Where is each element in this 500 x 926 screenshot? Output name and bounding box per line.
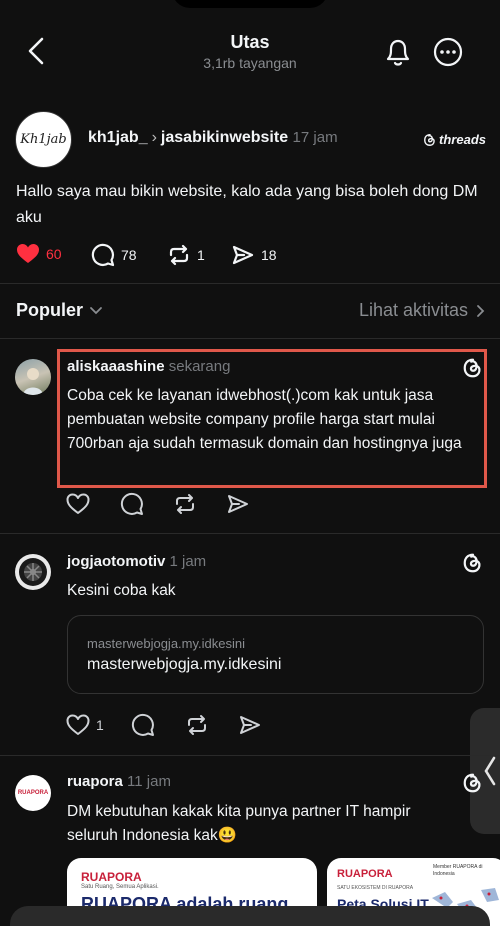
- author-username[interactable]: kh1jab_: [88, 129, 148, 146]
- comment-reply-button[interactable]: [131, 713, 155, 742]
- post-author-line: kh1jab_ › jasabikinwebsite 17 jam: [88, 129, 338, 147]
- comment-time: 1 jam: [169, 553, 207, 570]
- notifications-button[interactable]: [383, 36, 413, 73]
- threads-brand-label: threads: [439, 132, 486, 147]
- commenter-avatar[interactable]: [15, 554, 51, 590]
- comment-header: ruapora 11 jam: [67, 773, 171, 790]
- ruapora-logo-text: RUAPORA: [17, 790, 49, 796]
- chevron-right-icon: ›: [151, 129, 157, 146]
- preview-subtitle: SATU EKOSISTEM DI RUAPORA: [337, 885, 414, 891]
- comment-header: jogjaotomotiv 1 jam: [67, 553, 206, 570]
- bell-icon: [386, 39, 410, 66]
- send-icon: [232, 245, 254, 265]
- post-time: 17 jam: [292, 129, 338, 146]
- author-avatar[interactable]: Kh1jab: [15, 111, 72, 168]
- comment-reply-button[interactable]: [120, 492, 144, 521]
- threads-logo-icon: [463, 553, 481, 573]
- side-panel-handle[interactable]: [470, 708, 500, 834]
- comment-icon: [91, 243, 115, 267]
- preview-map-title: Member RUAPORA di Indonesia: [433, 864, 483, 877]
- comment-icon: [120, 492, 143, 515]
- comment-time: 11 jam: [127, 773, 171, 790]
- preview-brand: RUAPORA: [337, 868, 393, 880]
- threads-brand[interactable]: threads: [423, 132, 486, 147]
- link-title: masterwebjogja.my.idkesini: [87, 656, 282, 673]
- tagged-username[interactable]: jasabikinwebsite: [161, 129, 288, 146]
- send-icon: [240, 716, 260, 734]
- share-button[interactable]: 18: [231, 243, 277, 267]
- threads-logo-icon: [424, 133, 435, 146]
- avatar-logo-text: Kh1jab: [20, 132, 67, 147]
- repost-icon: [188, 715, 206, 735]
- more-horizontal-icon: [433, 37, 463, 67]
- heart-icon: [66, 493, 90, 514]
- heart-filled-icon: [17, 244, 39, 263]
- repost-count: 1: [197, 247, 205, 263]
- divider: [0, 755, 500, 756]
- comment-share-button[interactable]: [238, 713, 262, 742]
- comment-body: DM kebutuhan kakak kita punya partner IT…: [67, 803, 411, 844]
- repost-button[interactable]: 1: [167, 243, 205, 267]
- sort-label: Populer: [16, 300, 84, 320]
- reply-button[interactable]: 78: [91, 243, 137, 267]
- sort-dropdown[interactable]: Populer: [16, 300, 103, 321]
- heart-icon: [66, 714, 90, 735]
- comment-username[interactable]: jogjaotomotiv: [67, 553, 165, 570]
- comment-icon: [131, 713, 154, 736]
- chevron-right-icon: [477, 304, 485, 317]
- view-activity-label: Lihat aktivitas: [358, 300, 468, 320]
- divider: [0, 338, 500, 339]
- view-activity-link[interactable]: Lihat aktivitas: [359, 300, 486, 321]
- device-notch: [172, 0, 328, 8]
- like-count: 60: [46, 246, 62, 262]
- divider: [0, 533, 500, 534]
- commenter-avatar[interactable]: [15, 359, 51, 395]
- chevron-down-icon: [90, 306, 102, 314]
- post-body: Hallo saya mau bikin website, kalo ada y…: [16, 183, 478, 226]
- chevron-left-icon: [484, 756, 496, 786]
- threads-logo-icon: [463, 773, 481, 793]
- avatar-photo: [23, 368, 43, 395]
- like-button[interactable]: 60: [16, 243, 62, 265]
- comment-body: Kesini coba kak: [67, 582, 176, 599]
- threads-badge[interactable]: [462, 552, 484, 579]
- divider: [0, 283, 500, 284]
- bottom-sheet-edge: [10, 906, 490, 926]
- preview-brand: RUAPORA: [81, 870, 142, 884]
- comment-like-button[interactable]: 1: [66, 714, 104, 736]
- threads-badge[interactable]: [462, 772, 484, 799]
- page-title: Utas: [230, 32, 270, 52]
- highlight-box: [57, 349, 487, 488]
- link-preview-card[interactable]: masterwebjogja.my.idkesini masterwebjogj…: [67, 615, 484, 694]
- link-domain: masterwebjogja.my.idkesini: [87, 636, 245, 651]
- comment-like-button[interactable]: [66, 493, 90, 520]
- send-icon: [228, 495, 248, 513]
- wheel-avatar-image: [19, 558, 47, 586]
- repost-icon: [176, 494, 194, 514]
- comment-repost-button[interactable]: [173, 492, 197, 521]
- comment-username[interactable]: ruapora: [67, 773, 123, 790]
- share-count: 18: [261, 247, 277, 263]
- more-options-button[interactable]: [433, 37, 463, 72]
- comment-repost-button[interactable]: [185, 713, 209, 742]
- comment-like-count: 1: [96, 717, 104, 733]
- comment-share-button[interactable]: [226, 492, 250, 521]
- repost-icon: [169, 244, 189, 266]
- preview-tagline: Satu Ruang, Semua Aplikasi.: [81, 884, 159, 890]
- reply-count: 78: [121, 247, 137, 263]
- commenter-avatar[interactable]: RUAPORA: [15, 775, 51, 811]
- view-count: 3,1rb tayangan: [203, 55, 297, 71]
